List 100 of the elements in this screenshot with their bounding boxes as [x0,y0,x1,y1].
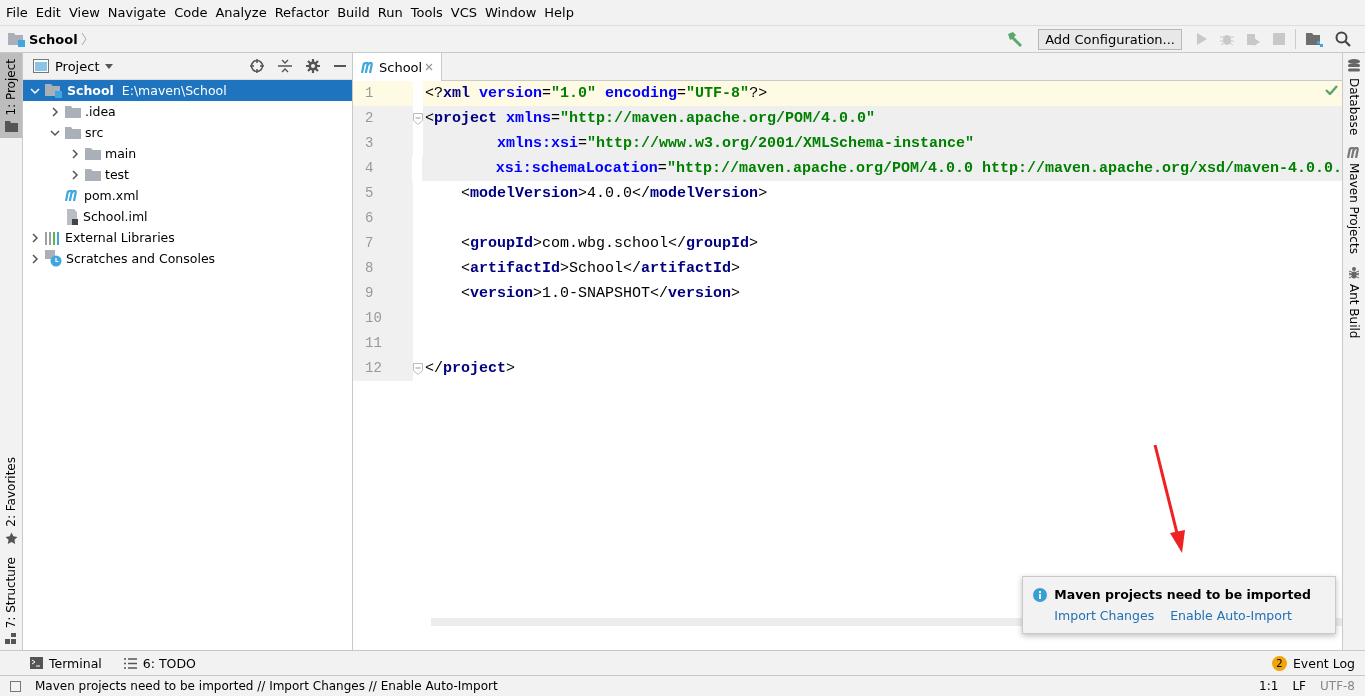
tool-window-tab[interactable]: 2: Favorites [0,450,22,551]
folder-icon [85,168,101,181]
tree-item[interactable]: School E:\maven\School [23,80,352,101]
library-icon [45,230,61,245]
line-number: 8 [353,256,413,281]
tree-item-label: School.iml [83,209,148,224]
check-icon [1325,85,1338,95]
fold-marker-icon[interactable] [413,112,423,125]
code-line: <groupId>com.wbg.school</groupId> [460,234,760,254]
collapse-all-icon[interactable] [278,59,292,73]
line-number: 9 [353,281,413,306]
info-icon [1033,587,1048,602]
line-number: 2 [353,106,413,131]
tree-item[interactable]: main [23,143,352,164]
line-number: 4 [353,156,412,181]
tree-item-path: E:\maven\School [121,83,227,98]
fold-marker-icon[interactable] [413,362,423,375]
folder-icon [85,147,101,160]
tree-item[interactable]: .idea [23,101,352,122]
database-icon [1348,59,1360,73]
line-number: 3 [353,131,413,156]
tool-window-tab[interactable]: Database [1343,53,1365,142]
menu-item[interactable]: Edit [33,5,67,20]
tree-item[interactable]: pom.xml [23,185,352,206]
tree-item-label: pom.xml [84,188,139,203]
panel-title[interactable]: Project [55,58,100,74]
ant-icon [1348,266,1360,280]
dropdown-caret-icon[interactable] [105,63,114,69]
file-icon [65,208,79,225]
run-configuration-dropdown[interactable]: Add Configuration... [1038,28,1182,50]
notification-link[interactable]: Enable Auto-Import [1170,608,1292,623]
tool-window-tab[interactable]: 7: Structure [0,550,22,650]
window-icon [33,59,49,73]
folder-icon [65,126,81,139]
code-line: <artifactId>School</artifactId> [460,259,742,279]
locate-icon[interactable] [250,59,264,73]
terminal-icon [30,657,43,669]
tree-item[interactable]: test [23,164,352,185]
code-line: </project> [424,359,517,379]
breadcrumb[interactable]: School [8,31,87,47]
search-icon[interactable] [1335,31,1351,47]
line-number: 1 [353,81,413,106]
menu-item[interactable]: File [4,5,34,20]
maven-icon [65,190,80,201]
hammer-icon[interactable] [1006,31,1025,47]
folder-icon [65,105,81,118]
tree-item-label: .idea [85,104,116,119]
line-number: 5 [353,181,413,206]
notification-title: Maven projects need to be imported [1054,587,1311,602]
status-toggle-icon[interactable] [10,680,21,692]
tool-window-tab[interactable]: 1: Project [0,53,22,138]
menu-item[interactable]: Run [375,5,409,20]
tree-item-label: test [105,167,129,182]
tool-window-tab[interactable]: 6: TODO [123,655,196,671]
tree-item-label: School [67,83,114,98]
tool-window-tab[interactable]: Maven Projects [1343,141,1365,261]
menu-item[interactable]: VCS [448,5,484,20]
project-structure-icon[interactable] [1306,31,1323,47]
chevron-icon [80,32,87,46]
scratches-icon [45,250,62,267]
maven-icon [361,61,376,73]
tree-item-label: Scratches and Consoles [66,251,216,266]
line-number: 11 [353,331,413,356]
tool-window-tab[interactable]: Terminal [30,655,102,671]
status-message: Maven projects need to be imported // Import Changes // Enable Auto-Import [35,679,498,693]
tree-item[interactable]: src [23,122,352,143]
menu-item[interactable]: Refactor [272,5,336,20]
code-line: <modelVersion>4.0.0</modelVersion> [460,184,769,204]
editor-tab[interactable]: School [353,53,443,81]
folder-icon [4,120,18,132]
structure-icon [5,633,17,644]
tree-item[interactable]: Scratches and Consoles [23,248,352,269]
event-log-tab[interactable]: 2 Event Log [1271,655,1355,671]
tree-item[interactable]: External Libraries [23,227,352,248]
menu-item[interactable]: Tools [408,5,449,20]
menu-item[interactable]: Window [483,5,543,20]
line-number: 6 [353,206,413,231]
settings-icon[interactable] [306,59,320,73]
tree-item-label: src [85,125,104,140]
menu-item[interactable]: View [66,5,106,20]
module-folder-icon [45,83,63,98]
list-icon [123,657,137,669]
line-separator[interactable]: LF [1292,679,1306,693]
tree-item[interactable]: School.iml [23,206,352,227]
tree-item-label: main [105,146,137,161]
tree-item-label: External Libraries [65,230,175,245]
close-icon[interactable] [425,63,434,71]
menu-item[interactable]: Build [335,5,376,20]
maven-icon [1346,147,1362,159]
line-number: 12 [353,356,413,381]
tool-window-tab[interactable]: Ant Build [1343,260,1365,345]
menu-item[interactable]: Code [172,5,214,20]
menu-item[interactable]: Help [542,5,580,20]
notification-link[interactable]: Import Changes [1054,608,1155,623]
line-number: 10 [353,306,413,331]
menu-item[interactable]: Navigate [105,5,173,20]
caret-position[interactable]: 1:1 [1259,679,1279,693]
line-number: 7 [353,231,413,256]
menu-item[interactable]: Analyze [213,5,273,20]
star-icon [4,531,18,545]
